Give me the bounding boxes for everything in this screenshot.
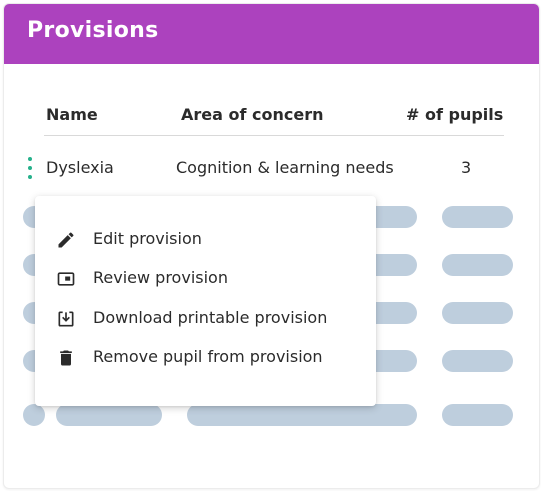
column-header-name: Name bbox=[46, 105, 98, 124]
menu-item-review-provision[interactable]: Review provision bbox=[35, 260, 376, 298]
placeholder-bar bbox=[56, 404, 162, 426]
header-divider bbox=[44, 135, 504, 136]
pencil-icon bbox=[58, 232, 74, 248]
placeholder-bar bbox=[442, 350, 513, 372]
card-title: Provisions bbox=[27, 18, 159, 43]
placeholder-bar bbox=[442, 254, 513, 276]
menu-item-label: Download printable provision bbox=[93, 308, 328, 327]
menu-item-remove-pupil-from-provision[interactable]: Remove pupil from provision bbox=[35, 339, 376, 377]
menu-item-edit-provision[interactable]: Edit provision bbox=[35, 221, 376, 259]
placeholder-bar bbox=[442, 404, 513, 426]
menu-item-label: Remove pupil from provision bbox=[93, 347, 323, 366]
row-pupil-count: 3 bbox=[461, 158, 472, 177]
placeholder-bar bbox=[442, 206, 513, 228]
row-area-of-concern: Cognition & learning needs bbox=[176, 158, 394, 177]
provisions-card: Provisions Name Area of concern # of pup… bbox=[3, 3, 540, 489]
review-icon bbox=[57, 272, 75, 286]
menu-item-label: Review provision bbox=[93, 268, 228, 287]
placeholder-dot bbox=[23, 404, 45, 426]
download-icon bbox=[58, 311, 74, 327]
menu-item-label: Edit provision bbox=[93, 229, 202, 248]
column-header-pupil-count: # of pupils bbox=[406, 105, 504, 124]
menu-item-download-printable-provision[interactable]: Download printable provision bbox=[35, 300, 376, 338]
card-header: Provisions bbox=[4, 4, 539, 64]
row-actions-menu-icon[interactable] bbox=[26, 157, 34, 179]
row-actions-menu: Edit provision Review provision Download… bbox=[35, 196, 376, 406]
column-header-area-of-concern: Area of concern bbox=[181, 105, 324, 124]
row-name: Dyslexia bbox=[46, 158, 114, 177]
trash-icon bbox=[60, 350, 72, 366]
placeholder-bar bbox=[442, 302, 513, 324]
placeholder-bar bbox=[187, 404, 417, 426]
